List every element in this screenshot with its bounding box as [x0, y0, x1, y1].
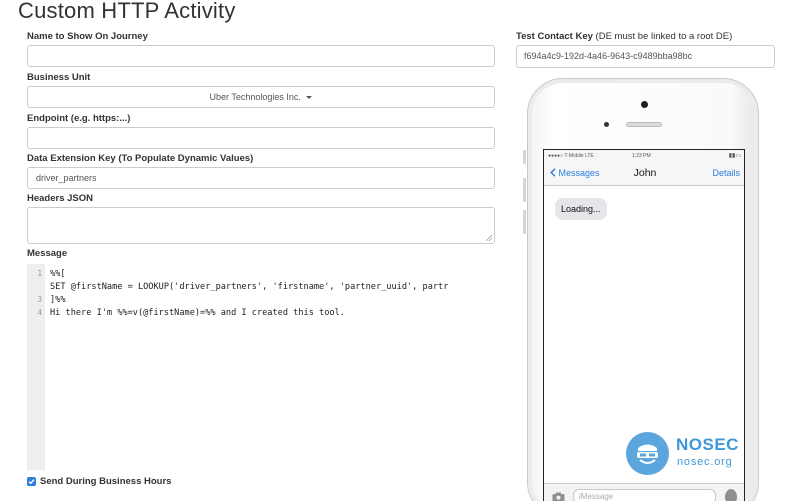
business-unit-select[interactable]: Uber Technologies Inc. — [27, 86, 495, 108]
endpoint-label: Endpoint (e.g. https:...) — [27, 113, 131, 124]
nosec-watermark: NOSEC nosec.org — [626, 432, 746, 476]
business-unit-value: Uber Technologies Inc. — [209, 92, 301, 102]
headers-label: Headers JSON — [27, 193, 94, 204]
business-hours-checkbox[interactable] — [27, 477, 36, 486]
code-line: 3]%% — [37, 295, 66, 305]
message-input-bar: iMessage — [544, 483, 744, 501]
battery-icon: ▮▮▭ — [728, 153, 741, 159]
message-code-editor[interactable]: 1%%[ 0SET @firstName = LOOKUP('driver_pa… — [27, 264, 495, 470]
phone-volume-down — [523, 210, 526, 234]
code-line: 0SET @firstName = LOOKUP('driver_partner… — [50, 282, 449, 292]
business-unit-label: Business Unit — [27, 72, 91, 83]
de-key-label: Data Extension Key (To Populate Dynamic … — [27, 153, 254, 164]
name-label: Name to Show On Journey — [27, 31, 148, 42]
phone-camera-icon — [641, 101, 648, 108]
status-carrier: ●●●●○ T-Mobile LTE — [548, 153, 594, 159]
phone-mute-switch — [523, 150, 526, 164]
camera-icon[interactable] — [552, 492, 565, 501]
status-time: 1:23 PM — [632, 153, 651, 159]
details-button[interactable]: Details — [712, 168, 740, 178]
microphone-icon[interactable] — [725, 489, 737, 501]
code-line: 4 Hi there I'm %%=v(@firstName)=%% and I … — [37, 308, 345, 318]
caret-down-icon — [306, 96, 313, 100]
business-hours-label[interactable]: Send During Business Hours — [40, 476, 171, 487]
nosec-logo-icon — [626, 432, 669, 475]
de-key-input[interactable]: driver_partners — [27, 167, 495, 189]
imessage-input[interactable]: iMessage — [573, 489, 716, 501]
endpoint-input[interactable] — [27, 127, 495, 149]
phone-sensor — [604, 122, 609, 127]
watermark-domain: nosec.org — [677, 456, 733, 468]
phone-volume-up — [523, 178, 526, 202]
message-label: Message — [27, 248, 68, 259]
test-contact-label: Test Contact Key (DE must be linked to a… — [516, 31, 733, 42]
resize-grip-icon[interactable] — [486, 235, 492, 241]
headers-textarea[interactable] — [27, 207, 495, 244]
checkmark-icon — [28, 479, 35, 485]
test-contact-input[interactable]: f694a4c9-192d-4a46-9643-c9489bba98bc — [516, 45, 775, 68]
code-line: 1 %%[ — [37, 269, 66, 279]
phone-speaker — [626, 122, 662, 127]
message-bubble: Loading... — [555, 198, 607, 220]
name-input[interactable] — [27, 45, 495, 67]
phone-status-bar: ●●●●○ T-Mobile LTE 1:23 PM ▮▮▭ — [544, 150, 744, 162]
messages-nav-bar: Messages John Details — [544, 162, 744, 186]
page-title: Custom HTTP Activity — [18, 0, 236, 23]
watermark-brand: NOSEC — [676, 435, 739, 454]
